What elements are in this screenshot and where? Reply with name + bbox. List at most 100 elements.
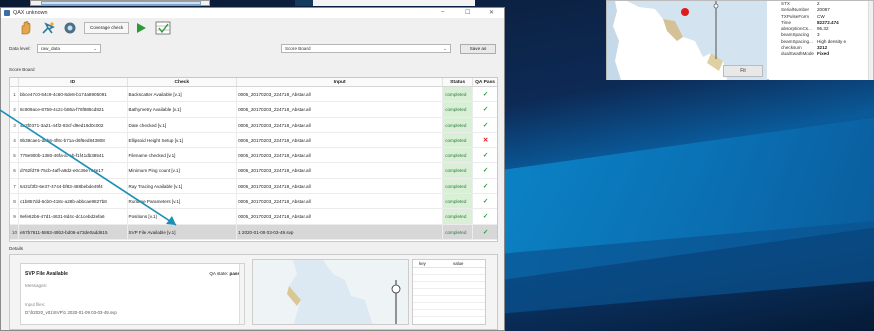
row-input: 0005_20170203_224718_Abstar.all bbox=[237, 102, 444, 117]
score-board-label: Score Board bbox=[9, 67, 35, 72]
row-number: 7 bbox=[10, 178, 19, 194]
row-check: SVP File Available [v.1] bbox=[128, 224, 238, 239]
fit-button[interactable]: Fit bbox=[723, 65, 763, 77]
row-status: completed bbox=[443, 87, 474, 102]
minimize-button[interactable]: – bbox=[441, 9, 444, 15]
pointer-icon[interactable] bbox=[40, 20, 56, 36]
row-id: 778e900b-1380-46fa-a7eb-f1f41db38541 bbox=[19, 148, 128, 163]
row-input: 0005_20170203_224718_Abstar.all bbox=[237, 117, 444, 132]
details-card: SVP File Available QA state: pass Messag… bbox=[20, 263, 245, 325]
row-check: Backscatter Available [v.1] bbox=[128, 87, 238, 102]
coverage-map[interactable]: Fit bbox=[607, 1, 767, 80]
row-id: 9b39cae1-dbb6-4f8c-b71a-d6f6ed843808 bbox=[19, 132, 128, 148]
properties-scrollbar[interactable] bbox=[868, 1, 873, 80]
row-status: completed bbox=[443, 194, 474, 209]
row-status: completed bbox=[443, 117, 474, 132]
row-input: 0005_20170203_224718_Abstar.all bbox=[237, 87, 444, 102]
row-id: c1b857dd-6cb0-418c-a28b-abbcae9827b8 bbox=[19, 194, 128, 209]
toolbar: Coverage check bbox=[1, 18, 504, 38]
table-icon[interactable] bbox=[155, 20, 171, 36]
details-map-graphic bbox=[253, 260, 408, 324]
row-number: 5 bbox=[10, 148, 19, 163]
column-header-status[interactable]: Status bbox=[443, 78, 474, 86]
row-number: 10 bbox=[10, 224, 19, 239]
table-row[interactable]: 9 9efe62b6-47d1-4631-8d4c-dc1cebd2efa6 Pos… bbox=[10, 209, 497, 225]
map-marker bbox=[391, 284, 401, 294]
row-check: Positions [v.1] bbox=[128, 209, 238, 224]
table-row[interactable]: 10 e57b7611-5863-49b3-bd06-a73de0add615 SV… bbox=[10, 224, 497, 240]
table-row[interactable]: 1 bbce47c0-54c9-4c60-8de8-b174a8905091 Bac… bbox=[10, 87, 497, 103]
row-status: completed bbox=[443, 163, 474, 178]
chevron-down-icon: ⌄ bbox=[93, 46, 97, 51]
row-input: 0005_20170203_224718_Abstar.all bbox=[237, 194, 444, 209]
row-id: 5421f3f2-6e37-4744-bf83-488bebde49f4 bbox=[19, 178, 128, 194]
messages-label: Messages: bbox=[25, 283, 48, 288]
table-row[interactable]: 8 c1b857dd-6cb0-418c-a28b-abbcae9827b8 Run… bbox=[10, 194, 497, 210]
tool-icon[interactable] bbox=[62, 20, 78, 36]
score-board-table: ID Check Input Status QA Pass 1 bbce47c0-… bbox=[9, 77, 498, 242]
window-title: QAX unknown bbox=[13, 10, 48, 16]
row-check: Runtime Parameters [v.1] bbox=[128, 194, 238, 209]
check-icon: ✓ bbox=[482, 198, 489, 206]
table-row[interactable]: 5 778e900b-1380-46fa-a7eb-f1f41db38541 Fil… bbox=[10, 148, 497, 164]
position-marker bbox=[681, 8, 689, 16]
details-title: SVP File Available bbox=[25, 271, 68, 277]
row-number: 3 bbox=[10, 117, 19, 132]
coverage-check-button[interactable]: Coverage check bbox=[84, 22, 130, 34]
hand-icon[interactable] bbox=[18, 20, 34, 36]
check-icon: ✓ bbox=[482, 167, 489, 175]
column-header-input[interactable]: Input bbox=[237, 78, 444, 86]
table-row[interactable]: 6 d762fd79-75cb-4aff-a9d2-e0c36e744e17 Min… bbox=[10, 163, 497, 179]
column-header-check[interactable]: Check bbox=[128, 78, 238, 86]
table-row[interactable]: 2 8c909ace-8759-4c2c-b86a-f76f888cd821 Bat… bbox=[10, 102, 497, 118]
row-check: Ray Tracing Available [v.1] bbox=[128, 178, 238, 194]
row-number: 9 bbox=[10, 209, 19, 224]
background-window-right: Fit STX 2 SerialNumber 20087 TXPulseForm CW… bbox=[606, 0, 874, 80]
row-status: completed bbox=[443, 178, 474, 194]
save-as-button[interactable]: Save as bbox=[460, 44, 496, 54]
property-row: dualSwathMode Fixed bbox=[781, 51, 829, 57]
title-bar: QAX unknown – ☐ ✕ bbox=[1, 8, 504, 18]
check-icon: ✓ bbox=[482, 106, 489, 114]
table-row[interactable]: 7 5421f3f2-6e37-4744-bf83-488bebde49f4 Ray… bbox=[10, 178, 497, 195]
row-id: 8c909ace-8759-4c2c-b86a-f76f888cd821 bbox=[19, 102, 128, 117]
chevron-down-icon: ⌄ bbox=[443, 46, 447, 51]
column-header-id[interactable]: ID bbox=[19, 78, 128, 86]
table-row[interactable]: 4 9b39cae1-dbb6-4f8c-b71a-d6f6ed843808 Ell… bbox=[10, 132, 497, 149]
row-check: Filename checked [v.1] bbox=[128, 148, 238, 163]
details-label: Details bbox=[9, 246, 24, 251]
background-window-left bbox=[30, 0, 210, 6]
row-id: bbce47c0-54c9-4c60-8de8-b174a8905091 bbox=[19, 87, 128, 102]
close-button[interactable]: ✕ bbox=[489, 9, 494, 16]
maximize-button[interactable]: ☐ bbox=[465, 9, 470, 16]
background-window-block bbox=[295, 0, 313, 6]
background-window-middle bbox=[295, 0, 475, 6]
row-number: 6 bbox=[10, 163, 19, 178]
play-icon[interactable] bbox=[133, 20, 149, 36]
board-select[interactable]: Score Board ⌄ bbox=[281, 44, 451, 53]
kv-header: key value bbox=[413, 260, 485, 268]
column-header-qa-pass[interactable]: QA Pass bbox=[473, 78, 497, 86]
details-panel: SVP File Available QA state: pass Messag… bbox=[9, 254, 498, 330]
row-status: completed bbox=[443, 102, 474, 117]
row-status: completed bbox=[443, 224, 474, 239]
row-input: 0005_20170203_224718_Abstar.all bbox=[237, 163, 444, 178]
row-id: 4a3f0371-3a21-44f2-93cf-d9ed19d0c002 bbox=[19, 117, 128, 132]
details-map[interactable] bbox=[252, 259, 409, 325]
table-body: 1 bbce47c0-54c9-4c60-8de8-b174a8905091 Bac… bbox=[10, 87, 497, 240]
properties-panel: STX 2 SerialNumber 20087 TXPulseForm CW Tim… bbox=[769, 1, 873, 80]
check-icon: ✓ bbox=[482, 152, 489, 160]
data-level-label: Data level: bbox=[9, 46, 31, 51]
row-number: 4 bbox=[10, 132, 19, 148]
table-row[interactable]: 3 4a3f0371-3a21-44f2-93cf-d9ed19d0c002 Dat… bbox=[10, 117, 497, 133]
row-id: e57b7611-5863-49b3-bd06-a73de0add615 bbox=[19, 224, 128, 239]
row-input: 0005_20170203_224718_Abstar.all bbox=[237, 132, 444, 148]
check-icon: ✓ bbox=[482, 182, 489, 190]
row-status: completed bbox=[443, 209, 474, 224]
background-window-bar bbox=[41, 1, 201, 5]
details-scrollbar[interactable] bbox=[239, 264, 244, 324]
row-input: 0005_20170203_224718_Abstar.all bbox=[237, 148, 444, 163]
row-number: 8 bbox=[10, 194, 19, 209]
qa-state: QA state: pass bbox=[209, 271, 240, 276]
data-level-select[interactable]: raw_data ⌄ bbox=[37, 44, 101, 53]
